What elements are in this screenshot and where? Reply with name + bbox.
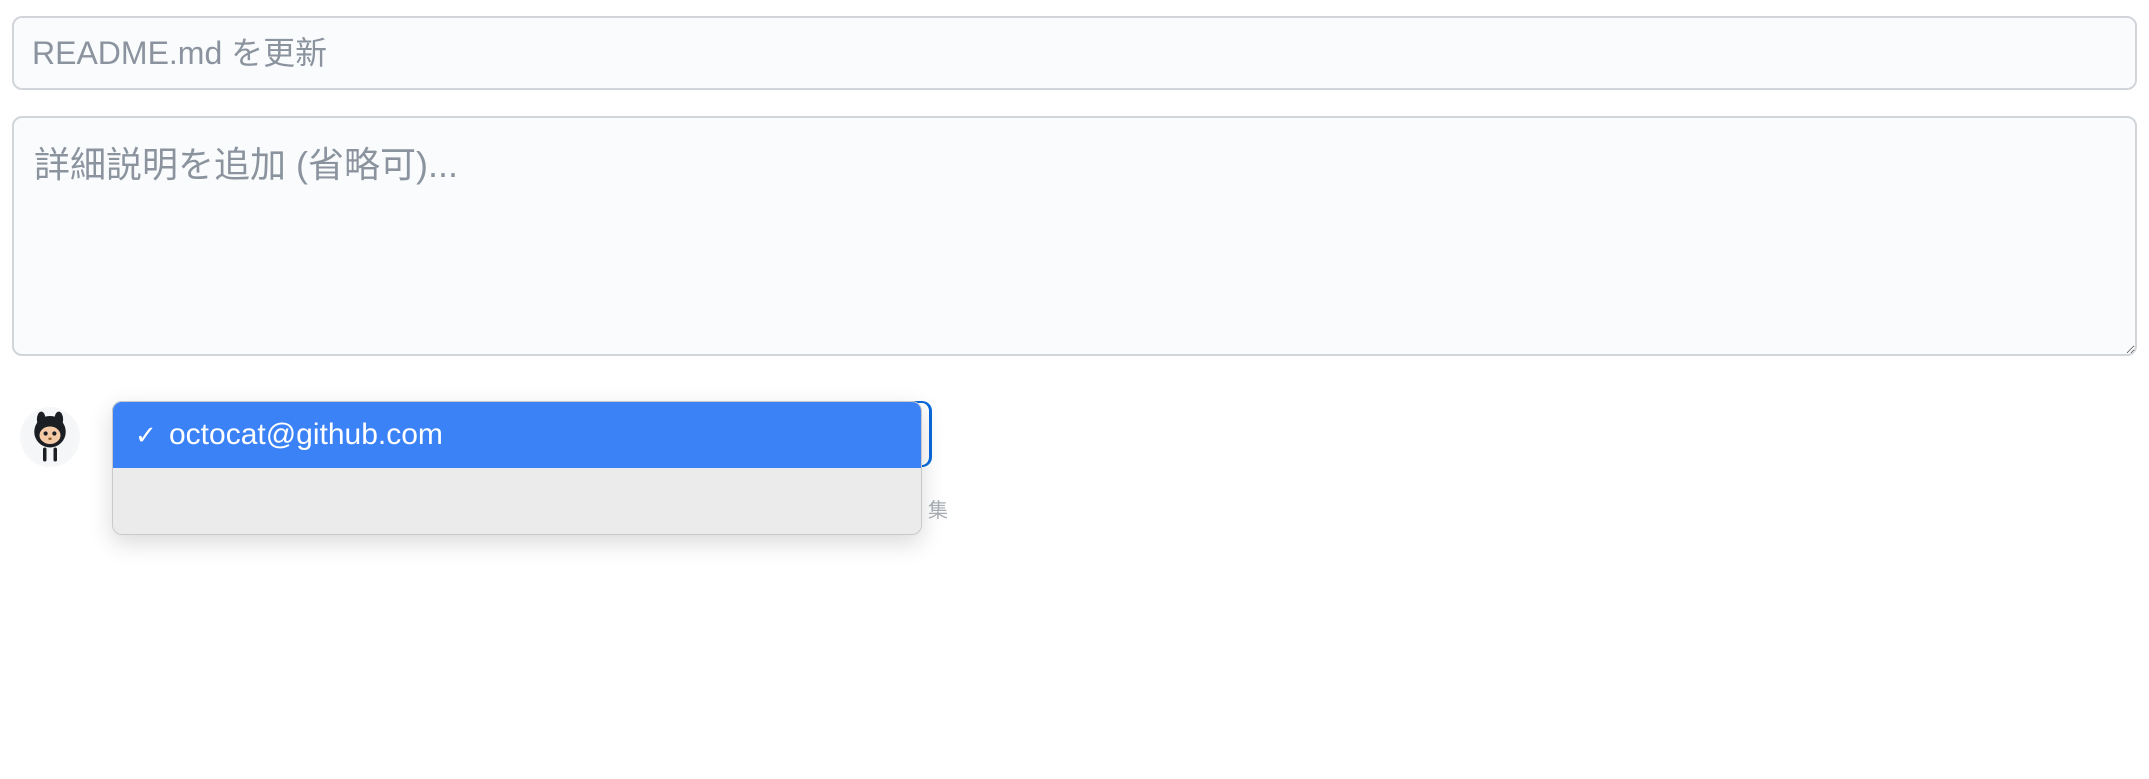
author-email-dropdown[interactable]: ✓ octocat@github.com 集 bbox=[112, 401, 932, 535]
commit-author-row: ✓ octocat@github.com 集 bbox=[12, 401, 2137, 535]
dropdown-option-selected[interactable]: ✓ octocat@github.com bbox=[113, 402, 921, 468]
dropdown-option-label: octocat@github.com bbox=[169, 418, 443, 452]
commit-form: ✓ octocat@github.com 集 bbox=[0, 0, 2149, 575]
dropdown-empty-area bbox=[113, 468, 921, 534]
obscured-text-fragment: 集 bbox=[928, 494, 948, 523]
commit-summary-input[interactable] bbox=[12, 16, 2137, 90]
commit-description-textarea[interactable] bbox=[12, 116, 2137, 356]
dropdown-menu: ✓ octocat@github.com bbox=[112, 401, 922, 535]
author-avatar bbox=[20, 407, 80, 467]
check-icon: ✓ bbox=[135, 420, 169, 451]
octocat-icon bbox=[22, 409, 78, 465]
